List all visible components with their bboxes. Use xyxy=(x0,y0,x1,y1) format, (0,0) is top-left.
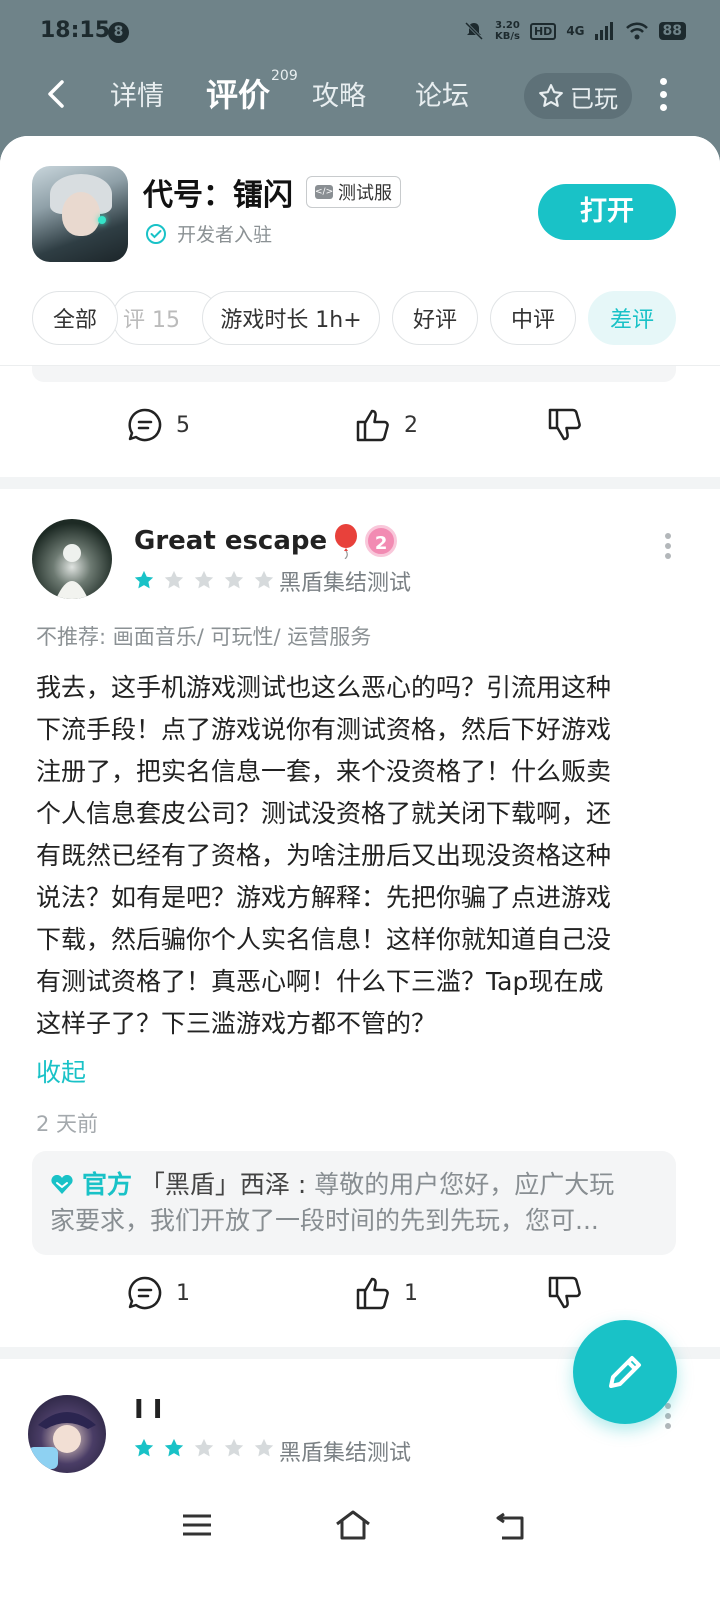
home-icon[interactable] xyxy=(334,1508,372,1542)
thumbs-up-icon xyxy=(356,409,389,442)
like-count: 1 xyxy=(404,1280,418,1306)
star-empty-icon xyxy=(194,1438,214,1457)
review-more-icon[interactable] xyxy=(665,1403,673,1433)
hd-icon: HD xyxy=(529,22,557,40)
star-empty-icon xyxy=(164,570,184,589)
game-icon[interactable] xyxy=(32,166,128,262)
developer-row: 开发者入驻 xyxy=(145,220,272,247)
tab-forum[interactable]: 论坛 xyxy=(415,74,469,113)
star-outline-icon xyxy=(539,84,563,107)
status-bar: 18:15 8 3.20 KB/s HD 4G 88 xyxy=(0,0,720,66)
rating-stars xyxy=(133,1437,275,1459)
clock: 18:15 xyxy=(40,18,111,43)
game-header: 代号：镭闪 </> 测试服 开发者入驻 打开 评 15 全部 游戏时长 1h+ … xyxy=(0,136,720,366)
game-title: 代号：镭闪 xyxy=(143,178,293,213)
filter-chip-negative[interactable]: 差评 xyxy=(588,291,676,345)
username[interactable]: I I xyxy=(134,1395,162,1425)
star-filled-icon xyxy=(164,1438,184,1457)
balloon-icon xyxy=(335,524,358,559)
star-empty-icon xyxy=(254,1438,274,1457)
comment-icon xyxy=(128,1276,162,1310)
notification-count-badge: 8 xyxy=(108,22,129,43)
tab-reviews[interactable]: 评价 xyxy=(206,70,270,116)
thumbs-down-icon xyxy=(548,1276,581,1309)
top-nav: 详情 评价 209 攻略 论坛 已玩 xyxy=(0,66,720,132)
network-type: 4G xyxy=(566,24,585,38)
review-count: 209 xyxy=(271,68,298,84)
code-icon: </> xyxy=(315,185,334,199)
developer-label: 开发者入驻 xyxy=(177,224,273,246)
filter-chips: 评 15 全部 游戏时长 1h+ 好评 中评 差评 xyxy=(32,291,692,347)
write-review-button[interactable] xyxy=(573,1320,677,1424)
star-empty-icon xyxy=(194,570,214,589)
star-empty-icon xyxy=(224,1438,244,1457)
official-name: 「黑盾」西泽 xyxy=(139,1170,290,1199)
official-tag: 官方 xyxy=(81,1170,132,1199)
comment-count: 5 xyxy=(176,412,190,438)
comment-button[interactable]: 1 xyxy=(126,1274,190,1312)
back-icon[interactable] xyxy=(494,1508,528,1542)
status-icons: 3.20 KB/s HD 4G 88 xyxy=(463,20,686,42)
verified-check-icon xyxy=(146,223,166,244)
dislike-button[interactable] xyxy=(546,406,584,444)
star-empty-icon xyxy=(224,570,244,589)
comment-count: 1 xyxy=(176,1280,190,1306)
avatar[interactable] xyxy=(32,519,112,599)
review-actions: 1 1 xyxy=(0,1274,720,1324)
level-badge: 2 xyxy=(365,525,398,557)
filter-chip-positive[interactable]: 好评 xyxy=(392,291,478,345)
played-label: 已玩 xyxy=(570,84,618,113)
review-body: 我去，这手机游戏测试也这么恶心的吗？引流用这种 下流手段！点了游戏说你有测试资格… xyxy=(36,673,612,1038)
official-reply-line1: 尊敬的用户您好，应广大玩 xyxy=(314,1170,615,1199)
mute-bell-icon xyxy=(464,21,484,41)
test-server-badge: </> 测试服 xyxy=(306,176,401,208)
wifi-icon xyxy=(625,22,648,40)
battery-icon: 88 xyxy=(658,22,686,40)
review-more-icon[interactable] xyxy=(665,533,673,563)
thumbs-down-icon xyxy=(548,408,581,441)
star-filled-icon xyxy=(134,1438,154,1457)
device-label: 黑盾集结测试 xyxy=(279,1441,412,1466)
more-menu-icon[interactable] xyxy=(660,78,668,112)
thumbs-up-icon xyxy=(356,1277,389,1310)
filter-chip-neutral[interactable]: 中评 xyxy=(490,291,576,345)
username[interactable]: Great escape xyxy=(134,526,327,556)
tab-details[interactable]: 详情 xyxy=(110,74,164,113)
like-button[interactable]: 2 xyxy=(354,406,418,444)
back-arrow-icon[interactable] xyxy=(38,74,78,114)
comment-button[interactable]: 5 xyxy=(126,406,190,444)
dislike-button[interactable] xyxy=(546,1274,584,1312)
filter-chip-all[interactable]: 全部 xyxy=(32,291,118,345)
device-label: 黑盾集结测试 xyxy=(279,571,412,596)
star-filled-icon xyxy=(134,570,154,589)
username-row[interactable]: I I xyxy=(134,1395,162,1425)
time-ago: 2 天前 xyxy=(36,1112,99,1136)
rating-stars xyxy=(133,569,275,591)
test-server-label: 测试服 xyxy=(338,183,392,204)
like-count: 2 xyxy=(404,412,418,438)
signal-icon xyxy=(594,22,613,40)
star-empty-icon xyxy=(254,570,274,589)
username-row[interactable]: Great escape 2 xyxy=(134,523,398,559)
open-button[interactable]: 打开 xyxy=(538,184,676,240)
review-actions: 5 2 xyxy=(0,406,720,456)
collapse-link[interactable]: 收起 xyxy=(36,1053,86,1089)
official-reply-line2: 家要求，我们开放了一段时间的先到先玩，您可... xyxy=(50,1206,599,1235)
avatar[interactable] xyxy=(28,1395,106,1473)
like-button[interactable]: 1 xyxy=(354,1274,418,1312)
official-reply-box[interactable]: 官方 「黑盾」西泽 : 尊敬的用户您好，应广大玩 家要求，我们开放了一段时间的先… xyxy=(32,1151,676,1255)
comment-icon xyxy=(128,408,162,442)
not-recommend-tags: 不推荐: 画面音乐/ 可玩性/ 运营服务 xyxy=(36,625,372,649)
menu-icon[interactable] xyxy=(180,1508,214,1542)
net-speed: 3.20 KB/s xyxy=(494,20,520,42)
pencil-icon xyxy=(609,1356,641,1388)
official-heart-icon xyxy=(51,1174,73,1194)
system-nav-bar xyxy=(0,1484,720,1600)
review-card: Great escape 2 黑盾集结测试 不推荐: 画面音乐/ 可玩性/ 运营… xyxy=(0,489,720,1347)
played-button[interactable]: 已玩 xyxy=(524,73,632,119)
tab-guides[interactable]: 攻略 xyxy=(312,74,366,113)
filter-chip-playtime[interactable]: 游戏时长 1h+ xyxy=(202,291,380,345)
